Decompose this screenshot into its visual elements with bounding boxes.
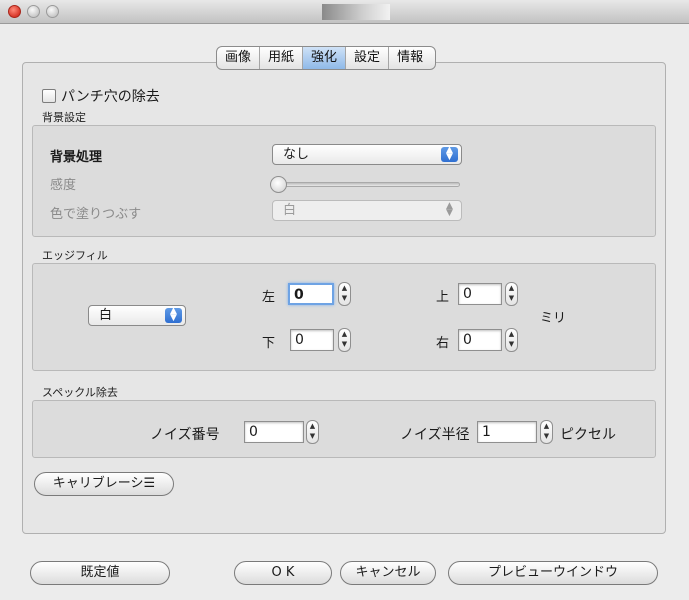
select-arrows-icon: ▲ ▼ [446, 201, 453, 218]
settings-window: 画像 用紙 強化 設定 情報 パンチ穴の除去 背景設定 背景処理 なし ▲ ▼ 感… [0, 0, 689, 600]
edge-fill-color-value: 白 [99, 308, 113, 323]
tab-info[interactable]: 情報 [389, 47, 435, 69]
edge-unit-label: ミリ [540, 311, 567, 326]
edge-bottom-stepper[interactable]: ▲ ▼ [338, 328, 351, 352]
default-button[interactable]: 既定値 [30, 561, 170, 585]
noise-number-stepper[interactable]: ▲ ▼ [306, 420, 319, 444]
fill-color-select[interactable]: 白 ▲ ▼ [272, 200, 462, 221]
zoom-window-button[interactable] [46, 5, 59, 18]
noise-radius-unit-label: ピクセル [560, 427, 616, 443]
background-processing-select[interactable]: なし ▲ ▼ [272, 144, 462, 165]
edge-left-input[interactable]: 0 [288, 283, 334, 305]
edge-right-label: 右 [436, 336, 450, 351]
edge-fill-color-select[interactable]: 白 ▲ ▼ [88, 305, 186, 326]
edge-bottom-label: 下 [262, 336, 276, 351]
speckle-section-label: スペックル除去 [42, 386, 118, 399]
minimize-window-button[interactable] [27, 5, 40, 18]
select-arrows-icon: ▲ ▼ [165, 307, 182, 323]
tab-bar: 画像 用紙 強化 設定 情報 [216, 46, 437, 70]
tab-paper[interactable]: 用紙 [260, 47, 304, 69]
cancel-button[interactable]: キャンセル [340, 561, 436, 585]
edge-top-label: 上 [436, 290, 450, 305]
edge-right-input[interactable]: 0 [458, 329, 502, 351]
fill-color-value: 白 [283, 203, 297, 218]
edge-top-input[interactable]: 0 [458, 283, 502, 305]
edge-fill-section-label: エッジフィル [42, 249, 108, 262]
edge-left-stepper[interactable]: ▲ ▼ [338, 282, 351, 306]
sensitivity-label: 感度 [50, 178, 77, 193]
calibration-button[interactable]: キャリブレーシ☰ [34, 472, 174, 496]
noise-radius-input[interactable]: 1 [477, 421, 537, 443]
sensitivity-slider-track[interactable] [276, 182, 460, 187]
tab-settings[interactable]: 設定 [346, 47, 390, 69]
edge-bottom-input[interactable]: 0 [290, 329, 334, 351]
edge-left-label: 左 [262, 290, 276, 305]
noise-number-input[interactable]: 0 [244, 421, 304, 443]
preview-window-button[interactable]: プレビューウインドウ [448, 561, 658, 585]
punch-hole-label: パンチ穴の除去 [61, 89, 160, 105]
background-section-label: 背景設定 [42, 111, 86, 124]
tab-image[interactable]: 画像 [217, 47, 261, 69]
sensitivity-slider-knob[interactable] [270, 176, 287, 193]
noise-number-label: ノイズ番号 [150, 427, 220, 443]
background-processing-value: なし [283, 147, 310, 162]
edge-top-stepper[interactable]: ▲ ▼ [505, 282, 518, 306]
title-bar [0, 0, 689, 24]
close-window-button[interactable] [8, 5, 21, 18]
punch-hole-option[interactable]: パンチ穴の除去 [42, 86, 160, 106]
select-arrows-icon: ▲ ▼ [441, 146, 458, 162]
edge-right-stepper[interactable]: ▲ ▼ [505, 328, 518, 352]
fill-color-label: 色で塗りつぶす [50, 207, 142, 222]
tab-enhance[interactable]: 強化 [303, 47, 347, 69]
ok-button[interactable]: O K [234, 561, 332, 585]
noise-radius-label: ノイズ半径 [400, 427, 470, 443]
background-processing-label: 背景処理 [50, 150, 103, 165]
noise-radius-stepper[interactable]: ▲ ▼ [540, 420, 553, 444]
window-title-image [322, 4, 390, 20]
punch-hole-checkbox[interactable] [42, 89, 56, 103]
